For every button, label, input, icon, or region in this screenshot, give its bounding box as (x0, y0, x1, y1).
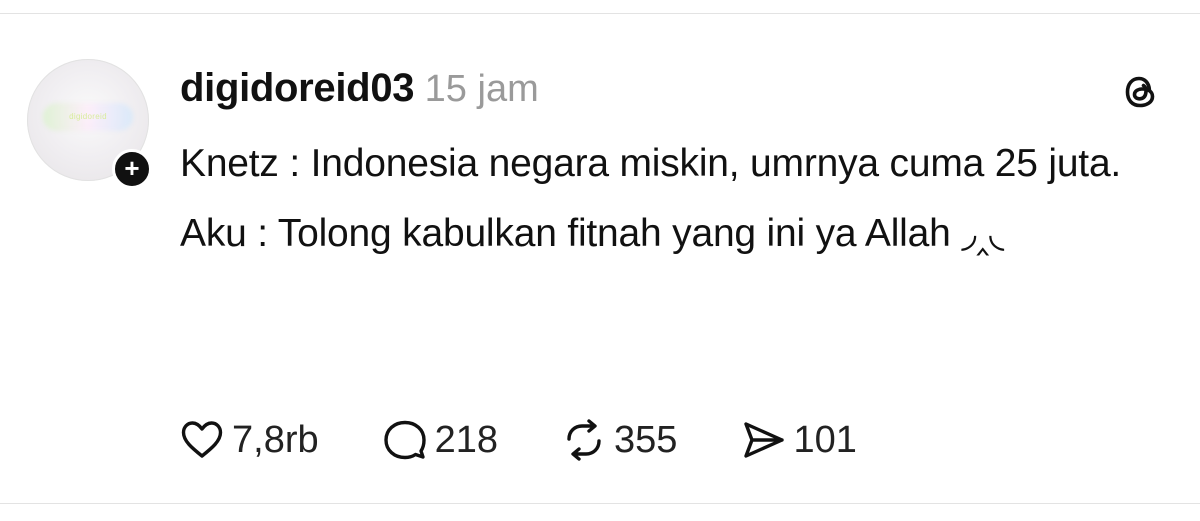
top-divider (0, 13, 1200, 14)
post-body: Knetz : Indonesia negara miskin, umrnya … (180, 134, 1140, 264)
post-timestamp[interactable]: 15 jam (425, 68, 539, 110)
username-link[interactable]: digidoreid03 (180, 66, 415, 110)
comment-count: 218 (434, 418, 499, 461)
share-icon (744, 422, 785, 458)
share-button[interactable]: 101 (739, 416, 857, 464)
repost-count: 355 (614, 418, 678, 461)
post-header: digidoreid03 15 jam (180, 66, 539, 110)
avatar-text: digidoreid (69, 112, 107, 121)
follow-button[interactable]: + (112, 149, 152, 189)
repost-button[interactable]: 355 (560, 416, 677, 464)
post-paragraph: Knetz : Indonesia negara miskin, umrnya … (180, 142, 1122, 185)
comment-icon (383, 420, 426, 460)
action-bar: 7,8rb 218 355 101 (178, 414, 919, 466)
heart-icon (181, 421, 223, 458)
comment-button[interactable]: 218 (381, 416, 498, 464)
repost-icon (567, 419, 601, 461)
threads-logo-icon[interactable] (1119, 70, 1163, 114)
bottom-divider (0, 503, 1200, 504)
share-count: 101 (793, 418, 857, 461)
like-count: 7,8rb (232, 418, 319, 461)
like-button[interactable]: 7,8rb (178, 416, 319, 464)
post-paragraph: Aku : Tolong kabulkan fitnah yang ini ya… (180, 212, 1005, 255)
